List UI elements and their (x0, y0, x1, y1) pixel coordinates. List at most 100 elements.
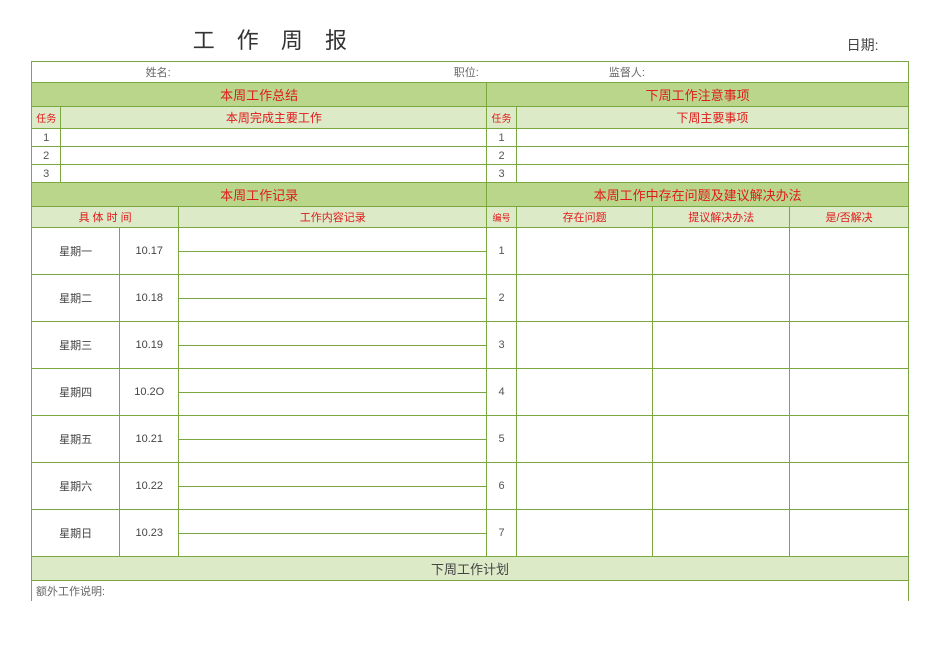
left-sub-header: 本周完成主要工作 (61, 107, 487, 129)
issue-row-num: 1 (487, 228, 516, 275)
log-content-cell[interactable] (179, 510, 487, 557)
day-name: 星期三 (32, 322, 120, 369)
right-sub-header: 下周主要事项 (516, 107, 908, 129)
day-date: 10.23 (120, 510, 179, 557)
log-row: 星期六 10.22 6 (32, 463, 909, 510)
issue-col-1: 编号 (487, 207, 516, 228)
issue-solution-cell[interactable] (653, 510, 790, 557)
issue-resolved-cell[interactable] (790, 322, 909, 369)
log-row: 星期二 10.18 2 (32, 275, 909, 322)
day-date: 10.22 (120, 463, 179, 510)
left-task-cell[interactable] (61, 165, 487, 183)
right-task-cell[interactable] (516, 129, 908, 147)
section-header-row: 本周工作总结 下周工作注意事项 (32, 83, 909, 107)
supervisor-label: 监督人: (487, 62, 653, 83)
content-header: 工作内容记录 (179, 207, 487, 228)
issue-row-num: 7 (487, 510, 516, 557)
issue-col-4: 是/否解决 (790, 207, 909, 228)
next-week-plan-header: 下周工作计划 (32, 557, 909, 581)
next-week-header-row: 下周工作计划 (32, 557, 909, 581)
name-label: 姓名: (32, 62, 179, 83)
left-task-num: 3 (32, 165, 61, 183)
issue-problem-cell[interactable] (516, 228, 653, 275)
issue-solution-cell[interactable] (653, 322, 790, 369)
log-header: 本周工作记录 (32, 183, 487, 207)
task-row: 3 3 (32, 165, 909, 183)
day-date: 10.19 (120, 322, 179, 369)
day-name: 星期二 (32, 275, 120, 322)
day-name: 星期六 (32, 463, 120, 510)
left-task-num: 1 (32, 129, 61, 147)
issue-problem-cell[interactable] (516, 322, 653, 369)
issue-row-num: 5 (487, 416, 516, 463)
position-label: 职位: (179, 62, 487, 83)
log-content-cell[interactable] (179, 369, 487, 416)
issue-solution-cell[interactable] (653, 463, 790, 510)
right-task-cell[interactable] (516, 165, 908, 183)
log-row: 星期一 10.17 1 (32, 228, 909, 275)
issue-resolved-cell[interactable] (790, 416, 909, 463)
right-task-cell[interactable] (516, 147, 908, 165)
issue-resolved-cell[interactable] (790, 228, 909, 275)
day-name: 星期日 (32, 510, 120, 557)
day-date: 10.2O (120, 369, 179, 416)
issue-solution-cell[interactable] (653, 228, 790, 275)
issue-resolved-cell[interactable] (790, 369, 909, 416)
right-task-num: 3 (487, 165, 516, 183)
task-row: 2 2 (32, 147, 909, 165)
left-task-cell[interactable] (61, 147, 487, 165)
issue-row-num: 2 (487, 275, 516, 322)
title-row: 工 作 周 报 日期: (32, 21, 909, 62)
left-section-header: 本周工作总结 (32, 83, 487, 107)
left-task-label: 任务 (32, 107, 61, 129)
column-header-row: 具 体 时 间 工作内容记录 编号 存在问题 提议解决办法 是/否解决 (32, 207, 909, 228)
issue-resolved-cell[interactable] (790, 510, 909, 557)
issue-solution-cell[interactable] (653, 275, 790, 322)
sub-header-row: 任务 本周完成主要工作 任务 下周主要事项 (32, 107, 909, 129)
log-row: 星期三 10.19 3 (32, 322, 909, 369)
issue-resolved-cell[interactable] (790, 463, 909, 510)
issue-problem-cell[interactable] (516, 416, 653, 463)
day-date: 10.18 (120, 275, 179, 322)
issue-col-3: 提议解决办法 (653, 207, 790, 228)
meta-blank (653, 62, 909, 83)
day-date: 10.21 (120, 416, 179, 463)
extra-row: 额外工作说明: (32, 581, 909, 602)
log-row: 星期日 10.23 7 (32, 510, 909, 557)
left-task-num: 2 (32, 147, 61, 165)
weekly-report-sheet: 工 作 周 报 日期: 姓名: 职位: 监督人: 本周工作总结 下周工作注意事项… (30, 20, 910, 602)
log-content-cell[interactable] (179, 416, 487, 463)
log-row: 星期四 10.2O 4 (32, 369, 909, 416)
right-task-num: 1 (487, 129, 516, 147)
day-name: 星期一 (32, 228, 120, 275)
log-content-cell[interactable] (179, 228, 487, 275)
day-name: 星期五 (32, 416, 120, 463)
issue-solution-cell[interactable] (653, 416, 790, 463)
section-header-row-2: 本周工作记录 本周工作中存在问题及建议解决办法 (32, 183, 909, 207)
issue-problem-cell[interactable] (516, 510, 653, 557)
log-content-cell[interactable] (179, 322, 487, 369)
log-row: 星期五 10.21 5 (32, 416, 909, 463)
log-content-cell[interactable] (179, 463, 487, 510)
issue-resolved-cell[interactable] (790, 275, 909, 322)
right-task-num: 2 (487, 147, 516, 165)
issue-solution-cell[interactable] (653, 369, 790, 416)
day-name: 星期四 (32, 369, 120, 416)
task-row: 1 1 (32, 129, 909, 147)
right-task-label: 任务 (487, 107, 516, 129)
issue-problem-cell[interactable] (516, 275, 653, 322)
extra-label: 额外工作说明: (32, 581, 909, 602)
issue-header: 本周工作中存在问题及建议解决办法 (487, 183, 909, 207)
main-title: 工 作 周 报 (32, 21, 517, 62)
meta-row: 姓名: 职位: 监督人: (32, 62, 909, 83)
issue-problem-cell[interactable] (516, 463, 653, 510)
issue-row-num: 4 (487, 369, 516, 416)
day-date: 10.17 (120, 228, 179, 275)
time-header: 具 体 时 间 (32, 207, 179, 228)
issue-col-2: 存在问题 (516, 207, 653, 228)
log-content-cell[interactable] (179, 275, 487, 322)
left-task-cell[interactable] (61, 129, 487, 147)
right-section-header: 下周工作注意事项 (487, 83, 909, 107)
issue-row-num: 3 (487, 322, 516, 369)
issue-problem-cell[interactable] (516, 369, 653, 416)
